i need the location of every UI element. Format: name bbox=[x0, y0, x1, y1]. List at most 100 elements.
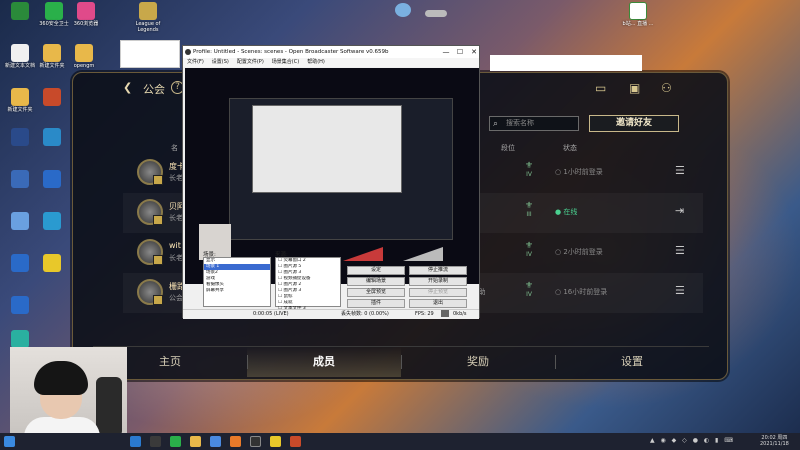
desktop-icon[interactable]: 360安全卫士 bbox=[36, 2, 72, 27]
app-icon bbox=[77, 2, 95, 20]
desktop-icon[interactable]: 新建文本文档 bbox=[2, 44, 38, 69]
stop-stream-button[interactable]: 停止推流 bbox=[409, 266, 467, 275]
stream-health-indicator bbox=[441, 310, 449, 317]
plugins-button[interactable]: 插件 bbox=[347, 299, 405, 308]
menu-icon[interactable]: ☰ bbox=[675, 284, 685, 297]
folder-icon[interactable] bbox=[190, 436, 201, 447]
desktop-icon-file[interactable]: b站... 直播 ... bbox=[620, 2, 656, 27]
desktop-icon[interactable]: League of Legends bbox=[130, 2, 166, 33]
clock[interactable]: 20:02 周四 2021/11/18 bbox=[760, 435, 789, 447]
scenes-list[interactable]: 显示 场景 1 场景2 游戏 看摄像头 屏幕共享 bbox=[203, 257, 271, 307]
system-tray[interactable]: ▲ ◉ ◆ ◇ ● ◐ ▮ ⌨ bbox=[650, 437, 735, 444]
close-icon[interactable]: ✕ bbox=[467, 46, 481, 58]
exit-icon[interactable]: ⇥ bbox=[675, 204, 684, 217]
obs-menu-item[interactable]: 配置文件(P) bbox=[237, 59, 264, 65]
obs-menu-item[interactable]: 帮助(H) bbox=[307, 59, 325, 65]
nav-separator bbox=[555, 355, 556, 369]
menu-icon[interactable]: ☰ bbox=[675, 244, 685, 257]
edge-icon[interactable] bbox=[130, 436, 141, 447]
desktop-toggle-widget[interactable] bbox=[425, 10, 447, 17]
app-icon bbox=[11, 212, 29, 230]
desktop-icon[interactable] bbox=[34, 170, 70, 189]
tier-label: IV bbox=[526, 251, 532, 258]
edit-scene-button[interactable]: 编辑场景 bbox=[347, 277, 405, 286]
app-icon bbox=[43, 44, 61, 62]
column-header-name: 名 bbox=[171, 144, 178, 152]
settings-button[interactable]: 设定 bbox=[347, 266, 405, 275]
notification-popup[interactable] bbox=[120, 40, 180, 68]
desktop-icon[interactable] bbox=[34, 254, 70, 273]
mic-volume-meter[interactable] bbox=[343, 247, 383, 261]
app-icon-orange[interactable] bbox=[230, 436, 241, 447]
back-chevron-icon[interactable]: ❮ bbox=[123, 81, 132, 94]
app-icon-yellow[interactable] bbox=[270, 436, 281, 447]
desktop-icon-label: League of Legends bbox=[135, 21, 161, 33]
360-icon[interactable] bbox=[170, 436, 181, 447]
browser-icon[interactable] bbox=[210, 436, 221, 447]
exit-button[interactable]: 退出 bbox=[409, 299, 467, 308]
member-status: ○ 1小时前登录 bbox=[555, 168, 603, 176]
maximize-icon[interactable]: ☐ bbox=[453, 46, 467, 58]
member-avatar[interactable] bbox=[137, 199, 163, 225]
desktop-icon[interactable] bbox=[34, 128, 70, 147]
clipboard-icon[interactable]: ▣ bbox=[629, 82, 643, 94]
preview-nested-window bbox=[252, 105, 402, 193]
desktop-icon[interactable] bbox=[2, 254, 38, 273]
search-input[interactable]: ⌕ 搜索名称 bbox=[489, 116, 579, 131]
start-record-button[interactable]: 开始录制 bbox=[409, 277, 467, 286]
league-taskbar-icon[interactable] bbox=[290, 436, 301, 447]
obs-menu-item[interactable]: 场景集合(C) bbox=[272, 59, 299, 65]
app-icon bbox=[43, 88, 61, 106]
menu-icon[interactable]: ☰ bbox=[675, 164, 685, 177]
desktop-icon[interactable] bbox=[34, 212, 70, 231]
desktop-icon[interactable]: opengm bbox=[66, 44, 102, 69]
obs-taskbar-icon[interactable] bbox=[250, 436, 261, 447]
member-avatar[interactable] bbox=[137, 159, 163, 185]
taskbar: ▲ ◉ ◆ ◇ ● ◐ ▮ ⌨ 20:02 周四 2021/11/18 bbox=[0, 433, 800, 450]
fullscreen-preview-button[interactable]: 全屏预览 bbox=[347, 288, 405, 297]
desktop-icon[interactable] bbox=[2, 296, 38, 315]
nav-tab[interactable]: 设置 bbox=[555, 347, 709, 377]
tier-label: IV bbox=[526, 291, 532, 298]
start-icon[interactable] bbox=[4, 436, 15, 447]
desktop-icon-label: 360浏览器 bbox=[73, 21, 99, 27]
obs-app-icon bbox=[185, 49, 191, 55]
stop-preview-button[interactable]: 停止预览 bbox=[409, 288, 467, 297]
sources-list[interactable]: ☐ 荧幕窗口 2 ☐ 图片源 5 ☐ 图片源 3 ☐ 视频捕捉设备 ☐ 图片源 2 ☐ 图… bbox=[275, 257, 341, 311]
desktop-icon[interactable] bbox=[2, 170, 38, 189]
rank-badge-icon bbox=[153, 255, 163, 265]
member-status: ○ 2小时前登录 bbox=[555, 248, 603, 256]
notification-banner[interactable] bbox=[490, 55, 642, 71]
nav-tab[interactable]: 奖励 bbox=[401, 347, 555, 377]
desktop-icon[interactable] bbox=[2, 212, 38, 231]
obs-menu-item[interactable]: 文件(F) bbox=[187, 59, 204, 65]
scene-item[interactable]: 屏幕共享 bbox=[204, 288, 270, 294]
desktop-icon[interactable] bbox=[34, 88, 70, 107]
obs-menu-item[interactable]: 设置(S) bbox=[212, 59, 229, 65]
desktop-icon-label: opengm bbox=[73, 63, 95, 69]
taskview-icon[interactable] bbox=[150, 436, 161, 447]
column-header-tier: 段位 bbox=[501, 144, 515, 152]
nav-tab[interactable]: 成员 bbox=[247, 347, 401, 377]
member-avatar[interactable] bbox=[137, 239, 163, 265]
desktop-icon[interactable]: 新建文件夹 bbox=[34, 44, 70, 69]
chat-icon[interactable]: ▭ bbox=[595, 82, 609, 94]
friends-icon[interactable]: ⚇ bbox=[661, 82, 675, 94]
member-name: wit bbox=[169, 241, 181, 250]
dropped-frames: 丢失帧数: 0 (0.00%) bbox=[341, 311, 389, 317]
app-icon bbox=[43, 212, 61, 230]
minimize-icon[interactable]: — bbox=[439, 46, 453, 58]
member-avatar[interactable] bbox=[137, 279, 163, 305]
desktop-volume-meter[interactable] bbox=[403, 247, 443, 261]
desktop-icon[interactable] bbox=[2, 128, 38, 147]
qq-penguin-icon[interactable] bbox=[395, 3, 411, 17]
desktop-icon[interactable]: 360浏览器 bbox=[68, 2, 104, 27]
stream-time: 0:00:05 (LIVE) bbox=[253, 311, 289, 317]
desktop-icon[interactable] bbox=[2, 2, 38, 21]
invite-friends-button[interactable]: 邀请好友 bbox=[589, 115, 679, 132]
tier-label: III bbox=[526, 211, 532, 218]
member-tier: ⚜ IV bbox=[519, 281, 539, 298]
member-tier: ⚜ IV bbox=[519, 161, 539, 178]
desktop-icon[interactable]: 新建文件夹 bbox=[2, 88, 38, 113]
rank-badge-icon bbox=[153, 215, 163, 225]
